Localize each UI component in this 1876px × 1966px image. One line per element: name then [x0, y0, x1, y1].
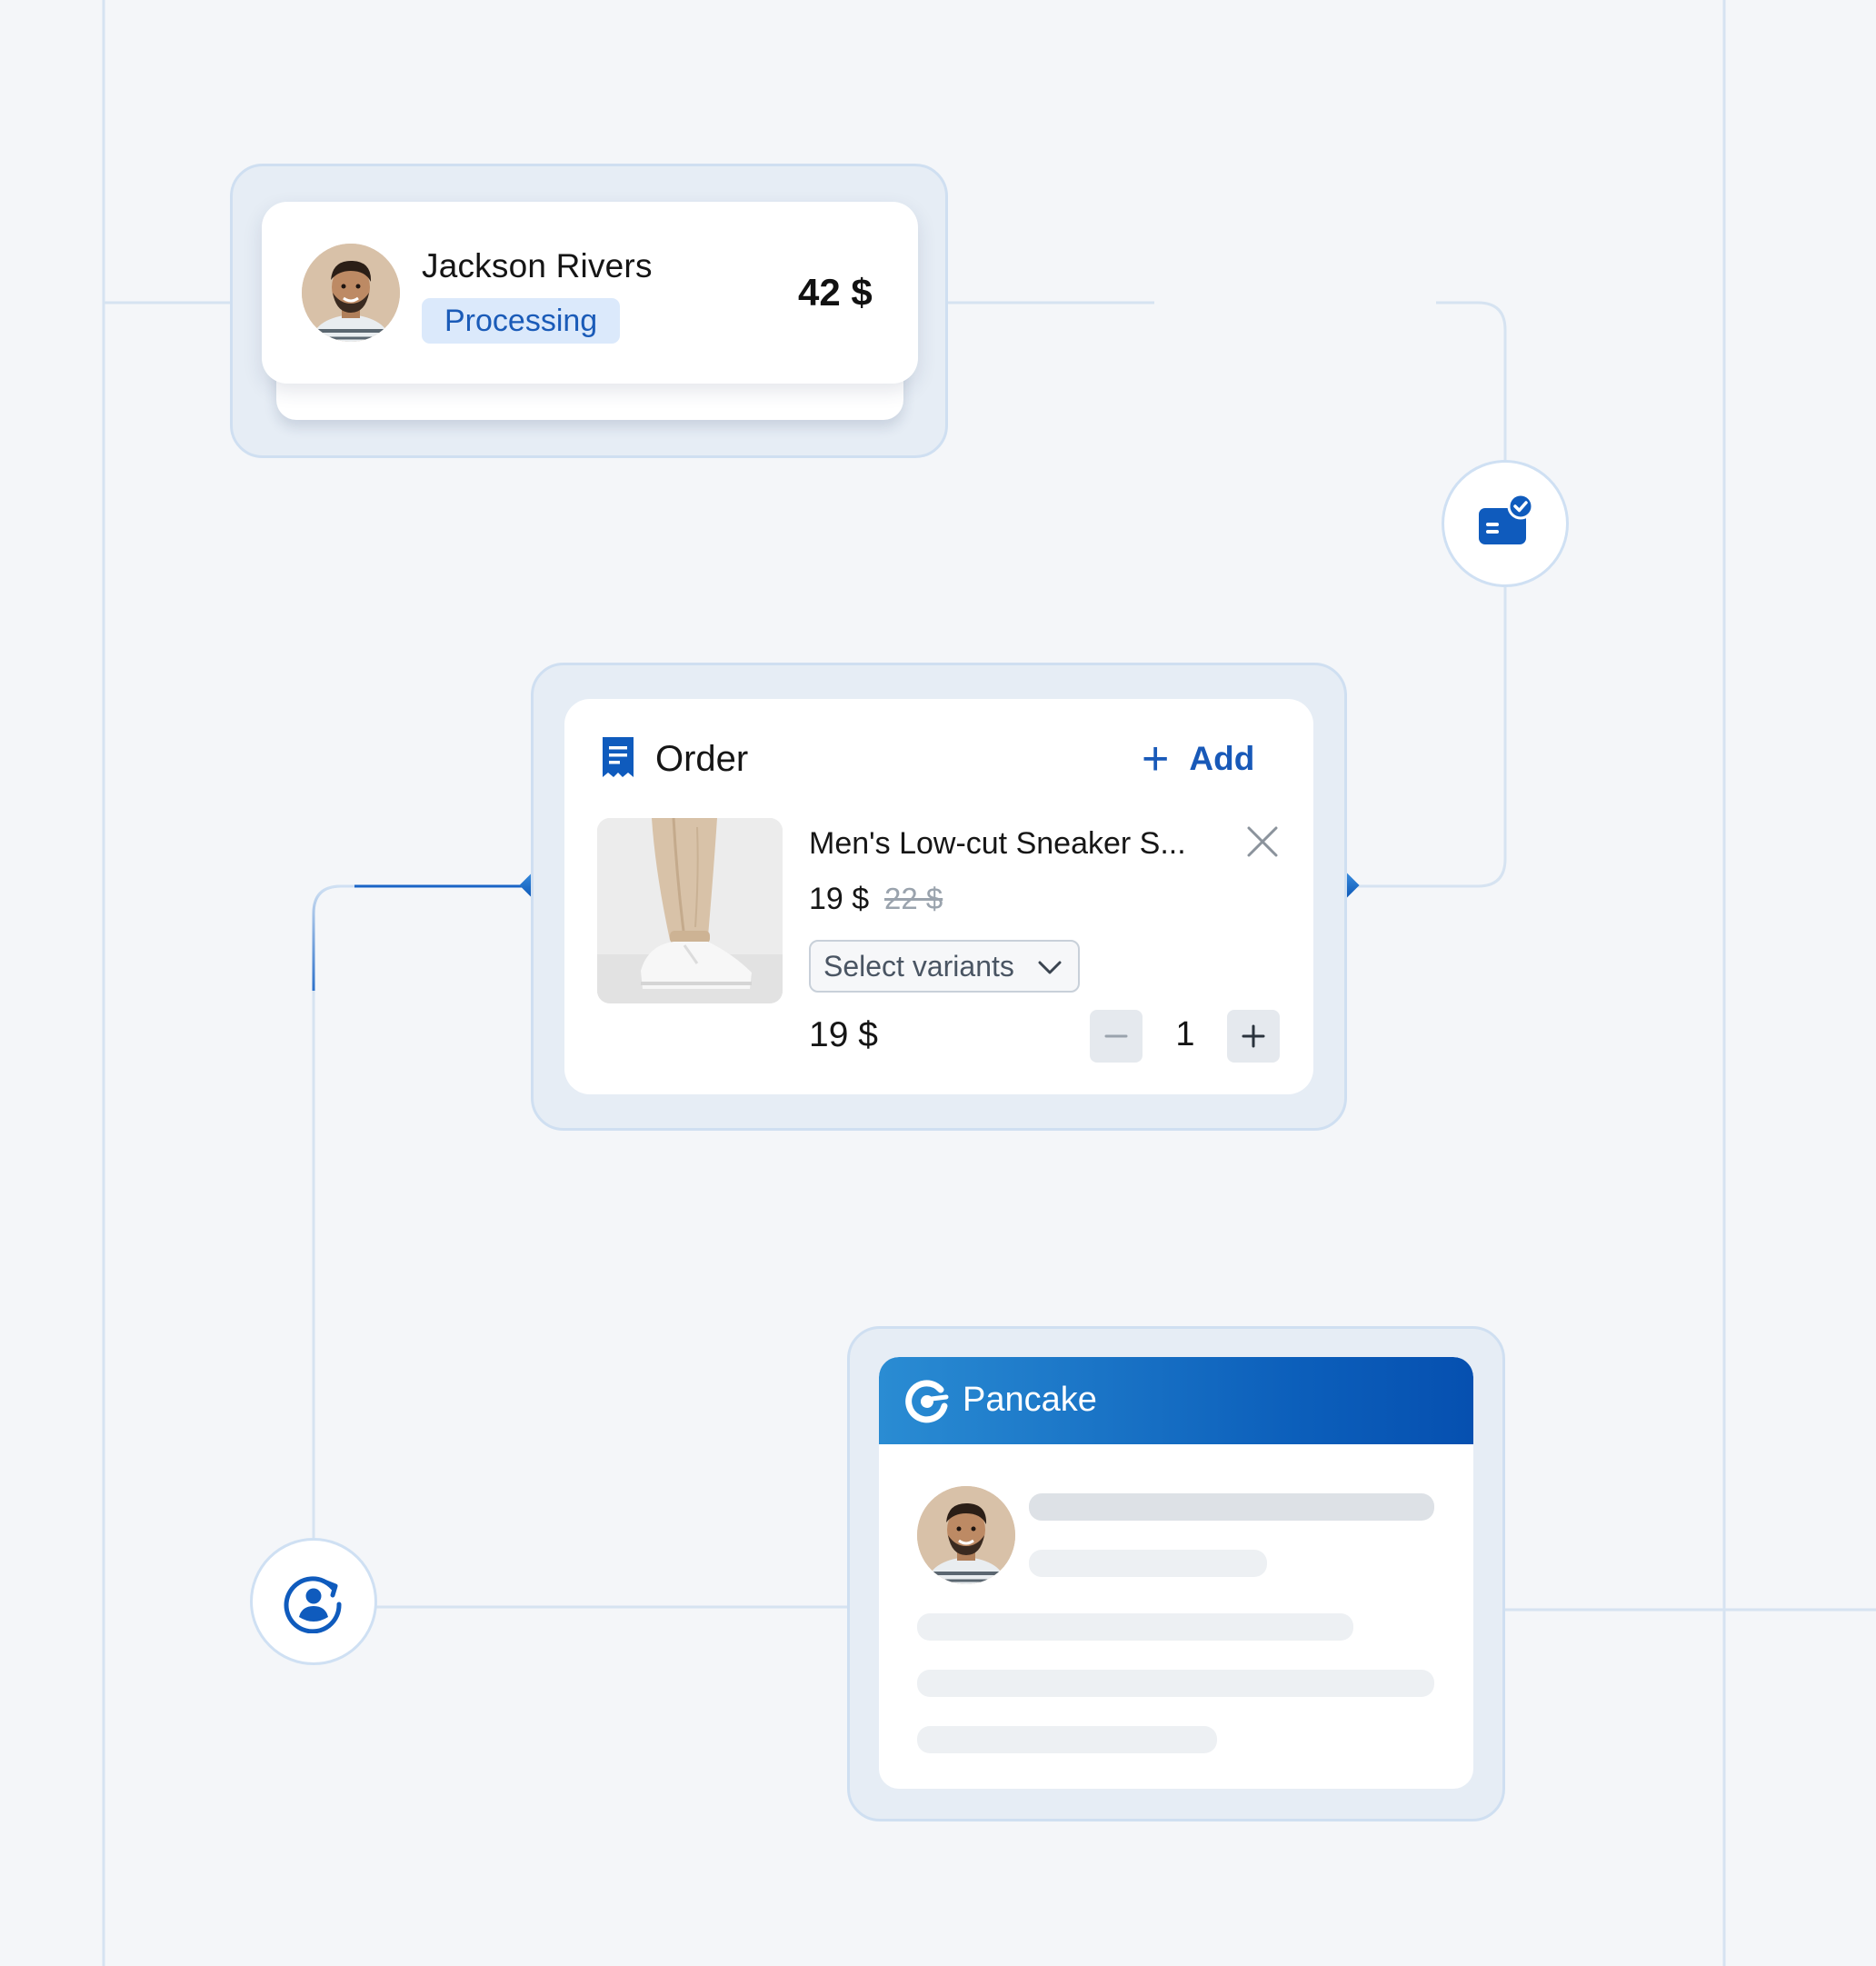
skeleton-line: [917, 1670, 1434, 1697]
skeleton-line: [1029, 1550, 1267, 1577]
product-name: Men's Low-cut Sneaker S...: [809, 826, 1186, 861]
quantity-decrease-button[interactable]: [1090, 1010, 1143, 1063]
order-title: Order: [655, 739, 749, 779]
customer-sync-node[interactable]: [250, 1538, 377, 1665]
customer-avatar: [302, 244, 400, 342]
plus-icon: [1242, 1024, 1265, 1048]
pancake-card: Pancake: [879, 1357, 1473, 1789]
payment-check-icon: [1479, 494, 1534, 544]
variant-select-label: Select variants: [823, 949, 1014, 983]
chevron-down-icon: [1038, 961, 1062, 974]
minus-icon: [1104, 1034, 1128, 1038]
pancake-logo-icon: [905, 1380, 949, 1423]
order-card: Order + Add Men's Low-cut Sneaker S... 1…: [564, 699, 1313, 1094]
product-original-price: 22 $: [884, 882, 943, 915]
quantity-value[interactable]: 1: [1172, 1015, 1199, 1054]
pancake-avatar: [917, 1486, 1015, 1584]
variant-select[interactable]: Select variants: [809, 940, 1080, 993]
close-icon: [1247, 826, 1278, 857]
line-total: 19 $: [809, 1015, 878, 1054]
skeleton-line: [1029, 1493, 1434, 1521]
add-item-button[interactable]: + Add: [1142, 734, 1254, 784]
quantity-increase-button[interactable]: [1227, 1010, 1280, 1063]
product-image: [597, 818, 783, 1003]
product-price: 19 $: [809, 882, 870, 916]
skeleton-line: [917, 1726, 1217, 1753]
pancake-title: Pancake: [963, 1381, 1097, 1419]
payment-node[interactable]: [1442, 460, 1569, 587]
customer-amount: 42 $: [798, 271, 873, 314]
add-item-label: Add: [1189, 740, 1255, 777]
skeleton-line: [917, 1613, 1353, 1641]
user-sync-icon: [284, 1576, 342, 1633]
customer-name: Jackson Rivers: [422, 247, 653, 284]
plus-icon: +: [1142, 733, 1170, 785]
customer-card[interactable]: Jackson Rivers Processing 42 $: [262, 202, 918, 384]
receipt-icon: [603, 737, 634, 777]
remove-item-button[interactable]: [1245, 824, 1280, 863]
status-badge: Processing: [422, 298, 621, 344]
